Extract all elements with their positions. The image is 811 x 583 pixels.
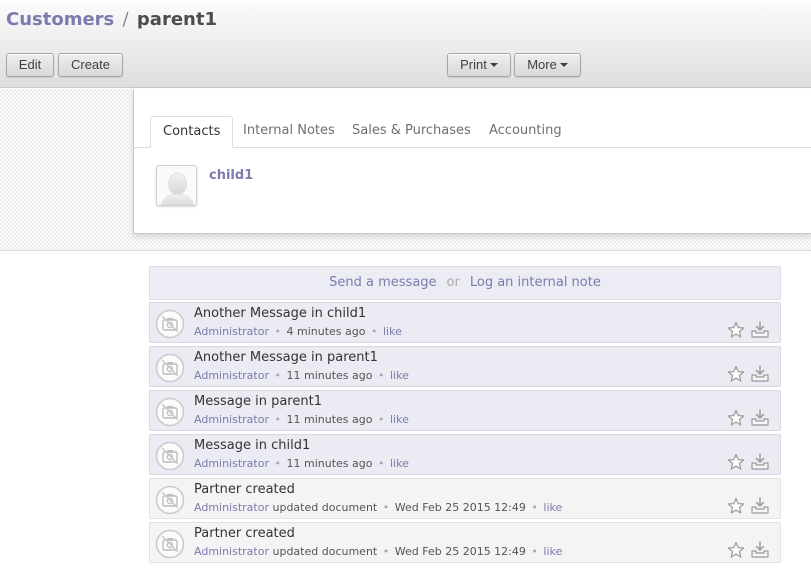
star-icon[interactable] <box>727 365 745 383</box>
archive-icon[interactable] <box>750 364 770 383</box>
breadcrumb-separator: / <box>122 9 129 30</box>
like-link[interactable]: like <box>543 501 562 514</box>
message-author-link[interactable]: Administrator <box>194 545 269 558</box>
message-action: updated document <box>272 501 378 514</box>
breadcrumb: Customers / parent1 <box>6 9 217 31</box>
message-title: Another Message in parent1 <box>194 350 378 365</box>
contact-name-link[interactable]: child1 <box>209 168 253 183</box>
message-author-link[interactable]: Administrator <box>194 501 269 514</box>
caret-down-icon <box>559 63 568 67</box>
meta-separator: • <box>531 545 538 558</box>
message-meta: Administrator • 11 minutes ago • like <box>194 413 409 426</box>
tab-contacts[interactable]: Contacts <box>150 116 234 148</box>
breadcrumb-customers-link[interactable]: Customers <box>6 9 114 30</box>
meta-separator: • <box>382 501 390 514</box>
star-icon[interactable] <box>727 541 745 559</box>
meta-separator: • <box>370 325 378 338</box>
like-link[interactable]: like <box>543 545 562 558</box>
like-link[interactable]: like <box>390 457 409 470</box>
star-icon[interactable] <box>727 453 745 471</box>
caret-down-icon <box>489 63 498 67</box>
message-meta: Administrator • 11 minutes ago • like <box>194 457 409 470</box>
archive-icon[interactable] <box>750 408 770 427</box>
print-dropdown-button[interactable]: Print <box>447 53 511 77</box>
message-time: 4 minutes ago <box>286 325 366 338</box>
archive-icon[interactable] <box>750 320 770 339</box>
message-meta: Administrator updated document • Wed Feb… <box>194 501 562 514</box>
meta-separator: • <box>377 369 385 382</box>
meta-separator: • <box>274 413 282 426</box>
meta-separator: • <box>274 457 282 470</box>
notebook-tabs: Contacts Internal Notes Sales & Purchase… <box>134 116 811 148</box>
message-time: 11 minutes ago <box>286 369 373 382</box>
message-title: Partner created <box>194 482 295 497</box>
no-camera-icon <box>155 397 185 427</box>
breadcrumb-current: parent1 <box>136 9 217 30</box>
archive-icon[interactable] <box>750 496 770 515</box>
meta-separator: • <box>377 457 385 470</box>
message-meta: Administrator • 11 minutes ago • like <box>194 369 409 382</box>
composer-or-text: or <box>446 275 460 290</box>
message-title: Message in child1 <box>194 438 311 453</box>
print-label: Print <box>460 57 487 72</box>
more-label: More <box>527 57 557 72</box>
log-note-link[interactable]: Log an internal note <box>470 275 601 290</box>
like-link[interactable]: like <box>383 325 402 338</box>
message-item: Message in child1 Administrator • 11 minu… <box>149 434 781 475</box>
no-camera-icon <box>155 441 185 471</box>
message-time: 11 minutes ago <box>286 457 373 470</box>
star-icon[interactable] <box>727 321 745 339</box>
meta-separator: • <box>274 325 282 338</box>
edit-button[interactable]: Edit <box>6 53 54 77</box>
message-time: Wed Feb 25 2015 12:49 <box>394 501 526 514</box>
no-camera-icon <box>155 485 185 515</box>
more-dropdown-button[interactable]: More <box>514 53 581 77</box>
like-link[interactable]: like <box>390 369 409 382</box>
no-camera-icon <box>155 353 185 383</box>
message-title: Partner created <box>194 526 295 541</box>
message-title: Another Message in child1 <box>194 306 367 321</box>
star-icon[interactable] <box>727 497 745 515</box>
message-action: updated document <box>272 545 378 558</box>
form-sheet: Contacts Internal Notes Sales & Purchase… <box>133 89 811 234</box>
message-item: Partner created Administrator updated doc… <box>149 522 781 563</box>
chatter-composer: Send a message or Log an internal note <box>149 266 781 300</box>
message-item: Another Message in child1 Administrator •… <box>149 302 781 343</box>
message-item: Message in parent1 Administrator • 11 min… <box>149 390 781 431</box>
send-message-link[interactable]: Send a message <box>329 275 436 290</box>
message-author-link[interactable]: Administrator <box>194 413 269 426</box>
message-time: Wed Feb 25 2015 12:49 <box>394 545 526 558</box>
meta-separator: • <box>274 369 282 382</box>
tab-accounting[interactable]: Accounting <box>489 116 562 148</box>
no-camera-icon <box>155 529 185 559</box>
tab-sales-purchases[interactable]: Sales & Purchases <box>352 116 471 148</box>
meta-separator: • <box>377 413 385 426</box>
message-author-link[interactable]: Administrator <box>194 457 269 470</box>
message-item: Another Message in parent1 Administrator … <box>149 346 781 387</box>
message-author-link[interactable]: Administrator <box>194 369 269 382</box>
create-button[interactable]: Create <box>58 53 123 77</box>
archive-icon[interactable] <box>750 540 770 559</box>
archive-icon[interactable] <box>750 452 770 471</box>
no-camera-icon <box>155 309 185 339</box>
message-title: Message in parent1 <box>194 394 322 409</box>
message-author-link[interactable]: Administrator <box>194 325 269 338</box>
message-meta: Administrator updated document • Wed Feb… <box>194 545 562 558</box>
meta-separator: • <box>382 545 390 558</box>
tab-internal-notes[interactable]: Internal Notes <box>243 116 335 148</box>
control-panel: Customers / parent1 Edit Create Print Mo… <box>0 0 811 88</box>
star-icon[interactable] <box>727 409 745 427</box>
message-meta: Administrator • 4 minutes ago • like <box>194 325 402 338</box>
person-placeholder-icon[interactable] <box>156 165 197 206</box>
message-time: 11 minutes ago <box>286 413 373 426</box>
like-link[interactable]: like <box>390 413 409 426</box>
message-item: Partner created Administrator updated doc… <box>149 478 781 519</box>
meta-separator: • <box>531 501 538 514</box>
